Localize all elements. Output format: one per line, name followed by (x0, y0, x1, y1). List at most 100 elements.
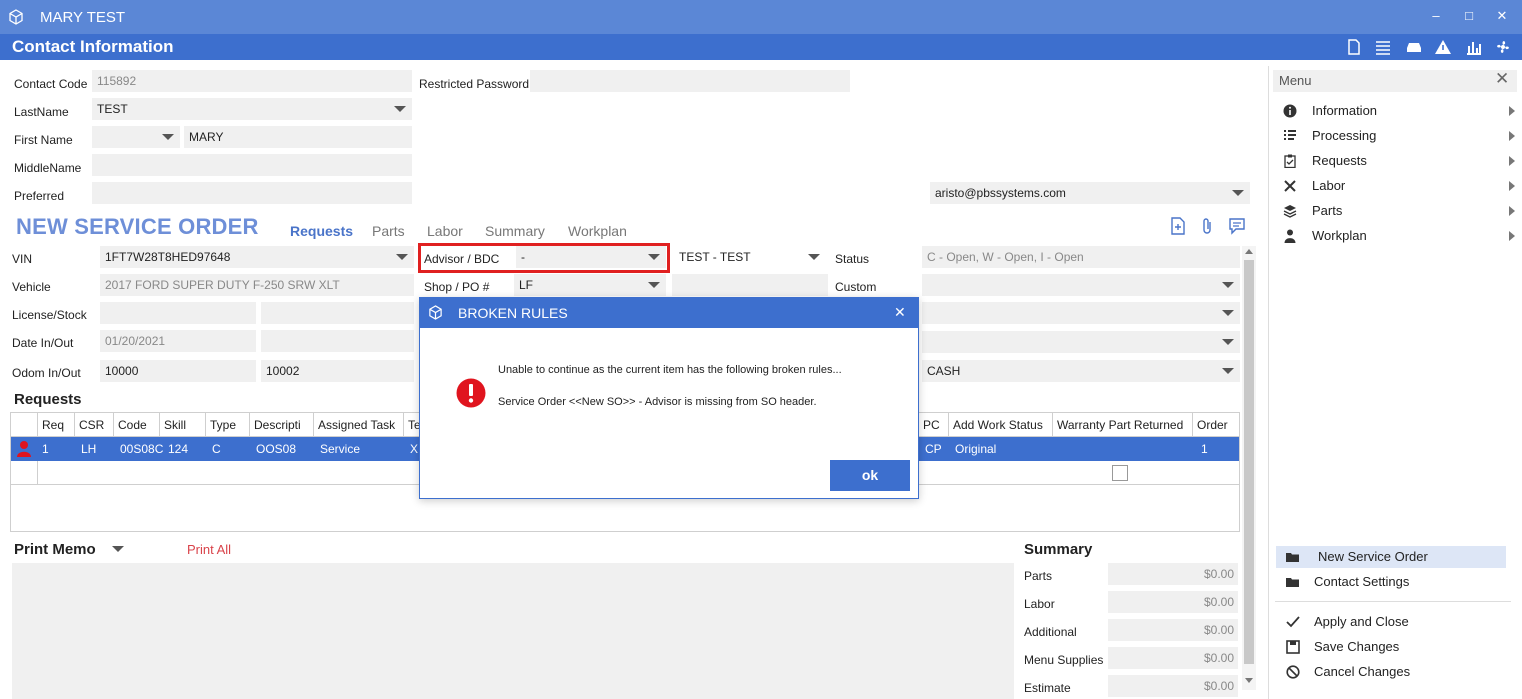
column-header[interactable]: CSR (75, 413, 114, 437)
menu-item-processing[interactable]: Processing (1279, 125, 1515, 147)
option-dropdown-2[interactable] (922, 331, 1240, 353)
restricted-password-field[interactable] (530, 70, 850, 92)
column-header[interactable]: Code (114, 413, 160, 437)
chevron-down-icon (648, 254, 660, 260)
odom-out-field[interactable]: 10002 (261, 360, 414, 382)
summary-menu-supplies-label: Menu Supplies (1024, 653, 1104, 667)
stock-field[interactable] (261, 302, 414, 324)
preferred-field[interactable] (92, 182, 412, 204)
fan-icon[interactable] (1494, 38, 1512, 56)
close-window-icon[interactable]: ✕ (1494, 8, 1510, 24)
po-field[interactable] (672, 274, 828, 296)
cell-code: 00S08C (120, 442, 164, 456)
folder-icon (1286, 578, 1299, 587)
scroll-thumb[interactable] (1244, 260, 1254, 664)
cancel-changes-button[interactable]: Cancel Changes (1276, 661, 1506, 683)
comments-icon[interactable] (1228, 217, 1246, 235)
close-menu-icon[interactable]: ✕ (1495, 69, 1509, 89)
tab-parts[interactable]: Parts (372, 223, 405, 239)
bar-chart-icon[interactable] (1465, 38, 1483, 56)
check-icon (1286, 616, 1300, 628)
menu-item-labor[interactable]: Labor (1279, 175, 1515, 197)
column-header[interactable]: Descripti (250, 413, 314, 437)
shop-dropdown[interactable]: LF (514, 274, 666, 296)
vertical-scrollbar[interactable] (1242, 246, 1256, 690)
bdc-dropdown[interactable]: TEST - TEST (674, 246, 826, 268)
column-header[interactable]: Type (206, 413, 250, 437)
custom-dropdown[interactable] (922, 274, 1240, 296)
ok-button[interactable]: ok (830, 460, 910, 491)
warranty-checkbox[interactable] (1112, 465, 1128, 481)
action-label: New Service Order (1318, 549, 1428, 564)
chevron-right-icon (1509, 106, 1515, 116)
summary-title: Summary (1024, 541, 1093, 558)
summary-estimate-value: $0.00 (1108, 675, 1238, 697)
license-field[interactable] (100, 302, 256, 324)
folder-icon (1286, 553, 1299, 562)
menu-item-workplan[interactable]: Workplan (1279, 225, 1515, 247)
menu-item-parts[interactable]: Parts (1279, 200, 1515, 222)
apply-and-close-button[interactable]: Apply and Close (1276, 611, 1506, 633)
close-dialog-icon[interactable]: ✕ (894, 304, 906, 321)
column-header[interactable]: Req (38, 413, 75, 437)
middlename-label: MiddleName (14, 161, 82, 175)
car-icon[interactable] (1405, 38, 1423, 56)
list-icon[interactable] (1374, 38, 1392, 56)
memo-textarea[interactable] (12, 563, 1014, 699)
row-divider (37, 461, 38, 485)
payment-dropdown[interactable]: CASH (922, 360, 1240, 382)
summary-labor-value: $0.00 (1108, 591, 1238, 613)
grid-corner (11, 413, 38, 437)
scroll-down-icon[interactable] (1245, 678, 1253, 683)
document-icon[interactable] (1345, 38, 1363, 56)
summary-menu-supplies-value: $0.00 (1108, 647, 1238, 669)
paperclip-icon[interactable] (1200, 217, 1214, 235)
chevron-down-icon (1222, 310, 1234, 316)
clipboard-icon (1284, 154, 1296, 168)
maximize-icon[interactable]: □ (1461, 8, 1477, 24)
add-document-icon[interactable] (1170, 217, 1186, 235)
date-out-field[interactable] (261, 330, 414, 352)
contact-code-label: Contact Code (14, 77, 88, 91)
column-header[interactable]: Order (1193, 413, 1239, 437)
email-dropdown[interactable]: aristo@pbssystems.com (930, 182, 1250, 204)
tab-workplan[interactable]: Workplan (568, 223, 627, 239)
menu-item-information[interactable]: Information (1279, 100, 1515, 122)
firstname-field[interactable]: MARY (184, 126, 412, 148)
chevron-right-icon (1509, 156, 1515, 166)
shop-po-label: Shop / PO # (424, 280, 490, 294)
odom-in-field[interactable]: 10000 (100, 360, 256, 382)
save-changes-button[interactable]: Save Changes (1276, 636, 1506, 658)
vin-dropdown[interactable]: 1FT7W28T8HED97648 (100, 246, 414, 268)
scroll-up-icon[interactable] (1245, 249, 1253, 254)
page-title: Contact Information (12, 37, 174, 56)
warning-icon[interactable] (1434, 38, 1452, 56)
menu-item-requests[interactable]: Requests (1279, 150, 1515, 172)
middlename-field[interactable] (92, 154, 412, 176)
menu-action-contact-settings[interactable]: Contact Settings (1276, 571, 1506, 593)
summary-estimate-label: Estimate (1024, 681, 1071, 695)
tab-summary[interactable]: Summary (485, 223, 545, 239)
option-dropdown-1[interactable] (922, 302, 1240, 324)
payment-value: CASH (927, 364, 961, 378)
column-header[interactable]: Assigned Task (314, 413, 404, 437)
status-field: C - Open, W - Open, I - Open (922, 246, 1240, 268)
minimize-icon[interactable]: – (1428, 8, 1444, 24)
column-header[interactable]: Warranty Part Returned (1053, 413, 1193, 437)
menu-action-new-service-order[interactable]: New Service Order (1276, 546, 1506, 568)
column-header[interactable]: PC (919, 413, 949, 437)
memo-dropdown-icon[interactable] (112, 546, 124, 552)
salutation-dropdown[interactable] (92, 126, 180, 148)
license-label: License/Stock (12, 308, 87, 322)
cell-skill: 124 (168, 442, 189, 456)
date-in-field[interactable]: 01/20/2021 (100, 330, 256, 352)
column-header[interactable]: Skill (160, 413, 206, 437)
vehicle-field[interactable]: 2017 FORD SUPER DUTY F-250 SRW XLT (100, 274, 414, 296)
tab-labor[interactable]: Labor (427, 223, 463, 239)
lastname-dropdown[interactable]: TEST (92, 98, 412, 120)
advisor-dropdown[interactable]: - (516, 246, 666, 268)
tab-requests[interactable]: Requests (290, 223, 353, 239)
column-header[interactable]: Add Work Status (949, 413, 1053, 437)
contact-code-field[interactable]: 115892 (92, 70, 412, 92)
print-all-link[interactable]: Print All (187, 542, 231, 557)
